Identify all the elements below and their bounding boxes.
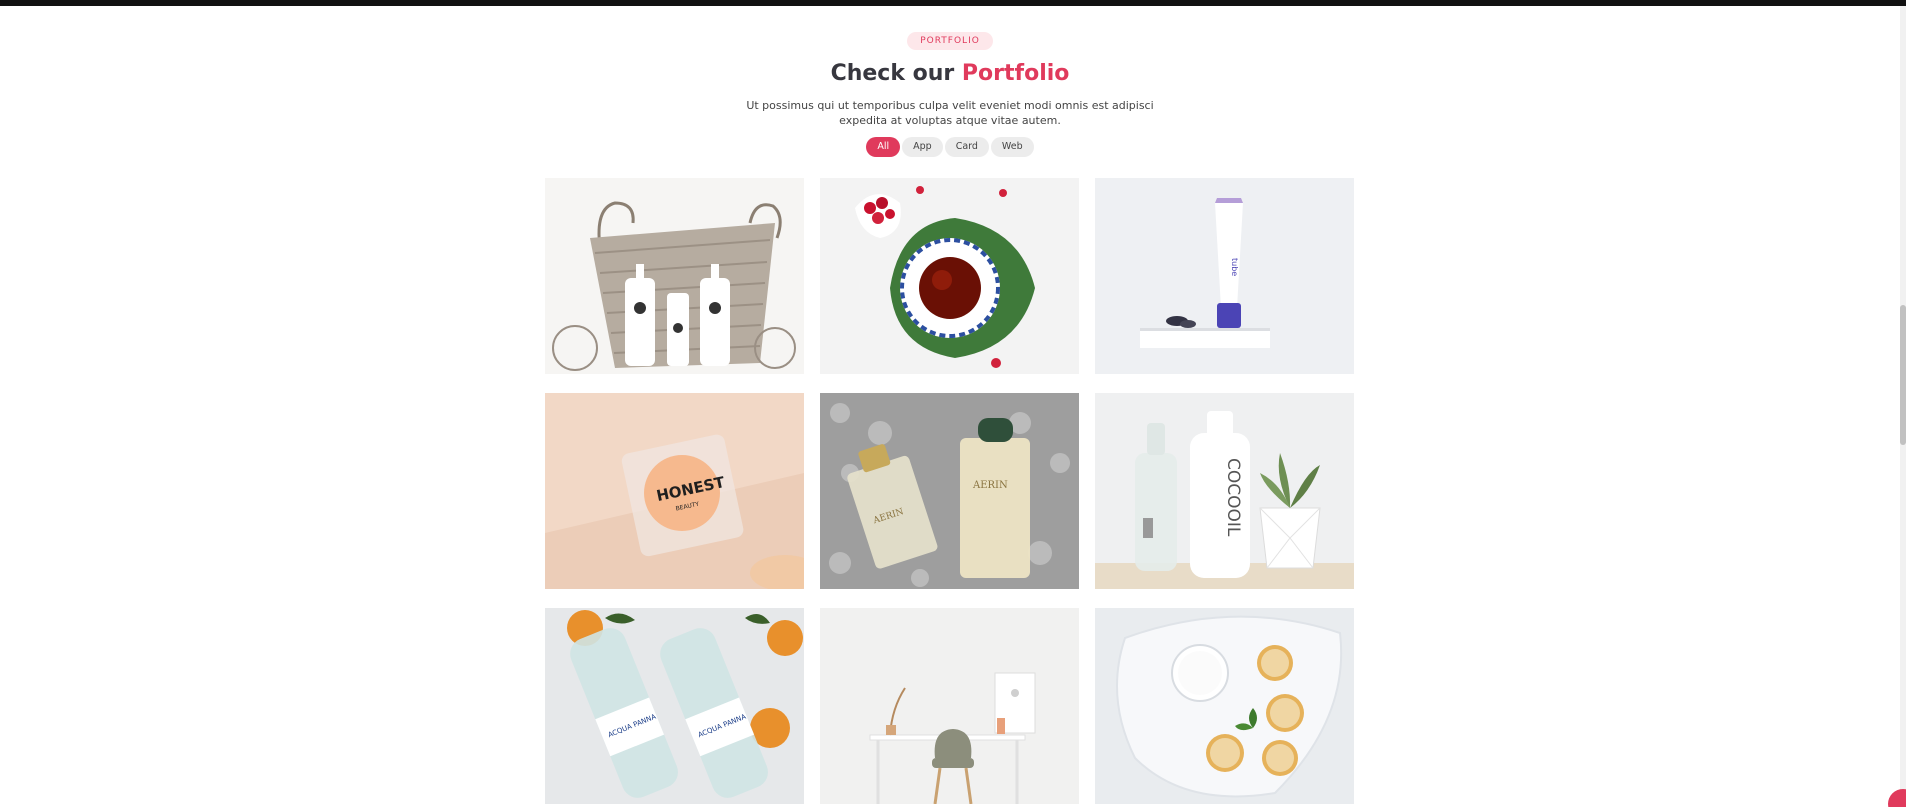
portfolio-item-aerin[interactable]: AERIN AERIN [820, 393, 1079, 589]
aerin-label-right: AERIN [972, 480, 1008, 491]
honest-beauty-compact-image: HONEST BEAUTY [545, 393, 804, 589]
section-title: Check our Portfolio [0, 59, 1900, 89]
tea-cup-with-raspberries-image [820, 178, 1079, 374]
svg-text:tube: tube [1230, 258, 1239, 276]
acqua-panna-bottles-with-tangerines-image: ACQUA PANNA ACQUA PANNA [545, 608, 804, 804]
filter-card[interactable]: Card [944, 137, 989, 157]
portfolio-item-plate[interactable] [1095, 608, 1354, 804]
section-title-plain: Check our [830, 61, 955, 86]
filter-web[interactable]: Web [990, 137, 1034, 157]
aerin-perfume-bottles-image: AERIN AERIN [820, 393, 1079, 589]
portfolio-item-cocooil[interactable]: COCOOIL [1095, 393, 1354, 589]
top-navigation-bar [0, 0, 1906, 6]
portfolio-item-acqua-panna[interactable]: ACQUA PANNA ACQUA PANNA [545, 608, 804, 804]
page-scrollbar-thumb[interactable] [1900, 305, 1906, 445]
cocooil-bottle-and-succulent-image: COCOOIL [1095, 393, 1354, 589]
portfolio-item-desk[interactable] [820, 608, 1079, 804]
section-title-accent: Portfolio [961, 61, 1070, 86]
desk-and-chair-interior-image [820, 608, 1079, 804]
cosmetic-tube-on-pedestal-image: tube [1095, 178, 1354, 374]
portfolio-section-header: PORTFOLIO Check our Portfolio Ut possimu… [0, 28, 1900, 128]
back-to-top-button[interactable] [1888, 789, 1906, 807]
filter-all[interactable]: All [866, 137, 901, 157]
portfolio-filters: All App Card Web [0, 137, 1900, 157]
cocooil-label: COCOOIL [1223, 458, 1243, 537]
filter-app[interactable]: App [902, 137, 943, 157]
plate-with-cookies-and-cream-image [1095, 608, 1354, 804]
portfolio-item-tea[interactable] [820, 178, 1079, 374]
portfolio-grid: tube HONEST BEAUTY AERIN AERIN COCOOIL A… [545, 178, 1355, 804]
portfolio-item-tube[interactable]: tube [1095, 178, 1354, 374]
portfolio-item-basket[interactable] [545, 178, 804, 374]
section-badge: PORTFOLIO [907, 32, 993, 50]
basket-with-skincare-bottles-image [545, 178, 804, 374]
portfolio-item-honest-beauty[interactable]: HONEST BEAUTY [545, 393, 804, 589]
section-subtitle: Ut possimus qui ut temporibus culpa veli… [746, 99, 1154, 127]
